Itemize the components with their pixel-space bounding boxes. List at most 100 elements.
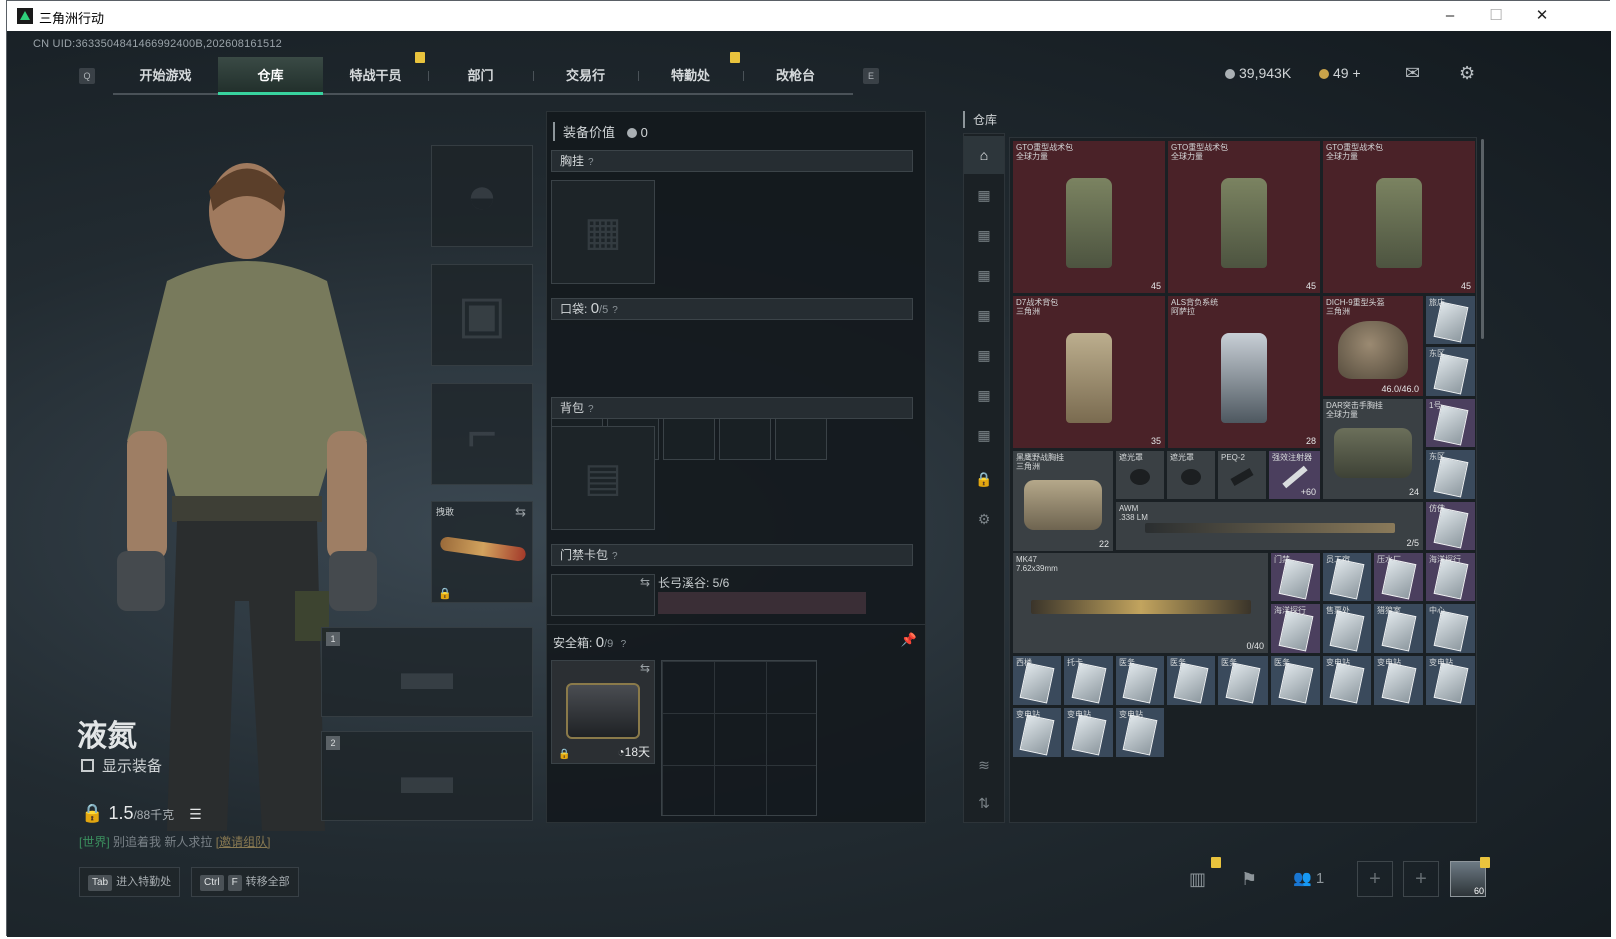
invite-slot-button[interactable]: + — [1403, 861, 1439, 897]
chat-sender[interactable]: 别追着我 — [113, 835, 161, 849]
storage-page-6-icon[interactable]: ▦ — [964, 376, 1004, 414]
tab-start-game[interactable]: 开始游戏 — [113, 57, 218, 95]
stats-icon[interactable]: ▥ — [1189, 869, 1206, 890]
storage-item-keycard[interactable]: 变电站 — [1063, 707, 1114, 758]
storage-page-4-icon[interactable]: ▦ — [964, 296, 1004, 334]
show-equipment-toggle[interactable]: 显示装备 — [81, 755, 162, 776]
pin-icon[interactable]: 📌 — [901, 632, 917, 648]
sort-icon[interactable]: ⇅ — [964, 784, 1004, 822]
storage-item-attachment[interactable]: PEQ-2 — [1217, 450, 1267, 500]
storage-page-3-icon[interactable]: ▦ — [964, 256, 1004, 294]
storage-item-keycard[interactable]: 1号 — [1425, 398, 1476, 448]
help-icon[interactable]: ? — [612, 551, 618, 562]
storage-item-backpack[interactable]: ALS背负系统 阿萨拉 28 — [1167, 295, 1321, 449]
storage-page-5-icon[interactable]: ▦ — [964, 336, 1004, 374]
tab-warehouse[interactable]: 仓库 — [218, 57, 323, 95]
melee-slot[interactable]: 拽敢 ⇆ 🔒 — [431, 501, 533, 603]
close-button[interactable]: ✕ — [1519, 1, 1565, 31]
storage-item-backpack[interactable]: GTO重型战术包 全球力量 45 — [1012, 140, 1166, 294]
storage-item-keycard[interactable]: 变电站 — [1115, 707, 1165, 758]
show-equipment-checkbox[interactable] — [81, 759, 94, 772]
weight-list-icon[interactable]: ☰ — [189, 806, 202, 822]
storage-item-keycard[interactable]: 售票处 — [1322, 603, 1372, 654]
maximize-button[interactable]: ☐ — [1473, 1, 1519, 31]
invite-slot-button[interactable]: + — [1357, 861, 1393, 897]
storage-item-chest-rig[interactable]: DAR突击手胸挂 全球力量 24 — [1322, 398, 1424, 500]
helmet-slot[interactable]: ◓ — [431, 145, 533, 247]
storage-item-keycard[interactable]: 变电站 — [1012, 707, 1062, 758]
storage-item-keycard[interactable]: 变电站 — [1322, 655, 1372, 706]
storage-item-keycard[interactable]: 医务 — [1166, 655, 1216, 706]
storage-item-keycard[interactable]: 变电站 — [1373, 655, 1424, 706]
storage-item-keycard[interactable]: 猎狼室 — [1373, 603, 1424, 654]
storage-item-keycard[interactable]: 压水厂 — [1373, 552, 1424, 602]
keycard-case-slot[interactable]: ⇆ — [551, 574, 655, 616]
tab-department[interactable]: 部门 — [428, 57, 533, 95]
storage-item-backpack[interactable]: D7战术背包 三角洲 35 — [1012, 295, 1166, 449]
chat-invite-link[interactable]: [邀请组队] — [216, 835, 271, 849]
help-icon[interactable]: ? — [621, 639, 627, 650]
storage-item-keycard[interactable]: 变电站 — [1425, 655, 1476, 706]
storage-item-keycard[interactable]: 医务 — [1270, 655, 1321, 706]
storage-item-keycard[interactable]: 医务 — [1115, 655, 1165, 706]
keycard-strip[interactable] — [658, 592, 866, 614]
storage-item-keycard[interactable]: 海洋探行 — [1270, 603, 1321, 654]
tab-special-ops[interactable]: 特勤处 — [638, 57, 743, 95]
layers-icon[interactable]: ≋ — [964, 746, 1004, 784]
tab-operators[interactable]: 特战干员 — [323, 57, 428, 95]
storage-scrollbar[interactable] — [1481, 139, 1484, 339]
storage-page-7-icon[interactable]: ▦ — [964, 416, 1004, 454]
help-icon[interactable]: ? — [588, 404, 594, 415]
storage-item-sniper-rifle[interactable]: AWM .338 LM 2/5 — [1115, 501, 1424, 551]
storage-item-keycard[interactable]: 医务 — [1217, 655, 1269, 706]
minimize-button[interactable]: – — [1427, 1, 1473, 31]
storage-item-rifle[interactable]: MK47 7.62x39mm 0/40 — [1012, 552, 1269, 654]
storage-item-keycard[interactable]: 仿佛 — [1425, 501, 1476, 551]
storage-item-chest-rig[interactable]: 黑鹰野战胸挂 三角洲 22 — [1012, 450, 1114, 552]
tab-trading[interactable]: 交易行 — [533, 57, 638, 95]
settings-gear-icon[interactable]: ⚙ — [1459, 63, 1475, 84]
backpack-slot[interactable]: ▤ — [551, 426, 655, 530]
nav-prev-key[interactable]: Q — [79, 68, 95, 84]
storage-item-helmet[interactable]: DICH-9重型头盔 三角洲 46.0/46.0 — [1322, 295, 1424, 397]
safe-box-grid[interactable] — [661, 660, 817, 816]
armor-slot[interactable]: ▣ — [431, 264, 533, 366]
storage-item-keycard[interactable]: 东区 — [1425, 346, 1476, 397]
storage-item-keycard[interactable]: 海洋探行 — [1425, 552, 1476, 602]
storage-item-keycard[interactable]: 门禁 — [1270, 552, 1321, 602]
primary-weapon-slot-2[interactable]: 2 ▬ — [321, 731, 533, 821]
storage-item-injector[interactable]: 强效注射器 +60 — [1268, 450, 1321, 500]
pistol-slot[interactable]: ⌐ — [431, 383, 533, 485]
storage-item-keycard[interactable]: 中心 — [1425, 603, 1476, 654]
add-gold-button[interactable]: + — [1352, 65, 1360, 81]
storage-item-keycard[interactable]: 托卡 — [1063, 655, 1114, 706]
mail-icon[interactable]: ✉ — [1405, 63, 1420, 84]
storage-item-backpack[interactable]: GTO重型战术包 全球力量 45 — [1167, 140, 1321, 294]
storage-item-keycard[interactable]: 东区 — [1425, 449, 1476, 500]
storage-settings-icon[interactable]: ⚙ — [964, 500, 1004, 538]
safe-box-slot[interactable]: ⇆ 🔒 ◔18天 — [551, 660, 655, 764]
primary-weapon-slot-1[interactable]: 1 ▬ — [321, 627, 533, 717]
storage-item-keycard[interactable]: 员工宿 — [1322, 552, 1372, 602]
storage-page-2-icon[interactable]: ▦ — [964, 216, 1004, 254]
help-icon[interactable]: ? — [612, 305, 618, 316]
all-items-icon[interactable]: ⌂ — [964, 136, 1004, 174]
storage-item-backpack[interactable]: GTO重型战术包 全球力量 45 — [1322, 140, 1476, 294]
swap-icon[interactable]: ⇆ — [515, 504, 526, 520]
help-icon[interactable]: ? — [588, 157, 594, 168]
swap-icon[interactable]: ⇆ — [640, 661, 650, 675]
storage-item-attachment[interactable]: 遮光罩 — [1115, 450, 1165, 500]
chest-rig-slot[interactable]: ▦ — [551, 180, 655, 284]
karambit-item[interactable] — [439, 536, 527, 562]
locked-page-icon[interactable]: 🔒 — [964, 460, 1004, 498]
enter-special-ops-button[interactable]: Tab 进入特勤处 — [79, 867, 181, 897]
storage-page-1-icon[interactable]: ▦ — [964, 176, 1004, 214]
storage-item-attachment[interactable]: 遮光罩 — [1166, 450, 1216, 500]
flag-icon[interactable]: ⚑ — [1241, 869, 1257, 890]
nav-next-key[interactable]: E — [863, 68, 879, 84]
transfer-all-button[interactable]: Ctrl F 转移全部 — [191, 867, 299, 897]
friends-button[interactable]: 👥 1 — [1293, 869, 1324, 887]
storage-item-keycard[interactable]: 旅店 — [1425, 295, 1476, 345]
swap-icon[interactable]: ⇆ — [640, 575, 650, 589]
tab-gunsmith[interactable]: 改枪台 — [743, 57, 848, 95]
